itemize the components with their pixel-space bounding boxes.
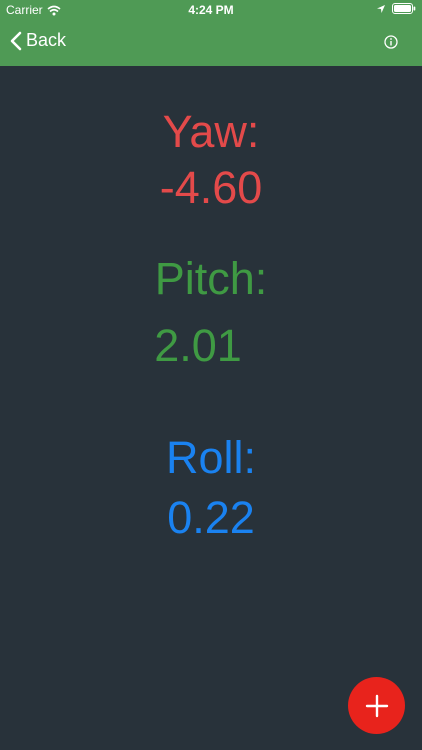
yaw-value: -4.60 — [159, 162, 263, 213]
status-bar: Carrier 4:24 PM — [0, 0, 422, 20]
status-time: 4:24 PM — [188, 3, 234, 17]
add-button[interactable] — [348, 677, 405, 734]
roll-label: Roll: — [165, 432, 257, 483]
back-label: Back — [26, 30, 67, 50]
pitch-value: 2.01 — [154, 320, 242, 371]
location-arrow-icon — [377, 4, 385, 13]
back-button[interactable]: Back — [10, 30, 66, 51]
navigation-bar: Back — [0, 20, 422, 66]
plus-icon — [365, 694, 388, 717]
pitch-label: Pitch: — [154, 253, 268, 304]
status-right — [376, 3, 416, 14]
info-button[interactable] — [384, 35, 398, 49]
info-circle-icon — [384, 35, 398, 49]
roll-value: 0.22 — [167, 492, 255, 543]
battery-icon — [392, 3, 416, 14]
yaw-label: Yaw: — [162, 106, 260, 157]
chevron-left-icon — [10, 31, 22, 50]
